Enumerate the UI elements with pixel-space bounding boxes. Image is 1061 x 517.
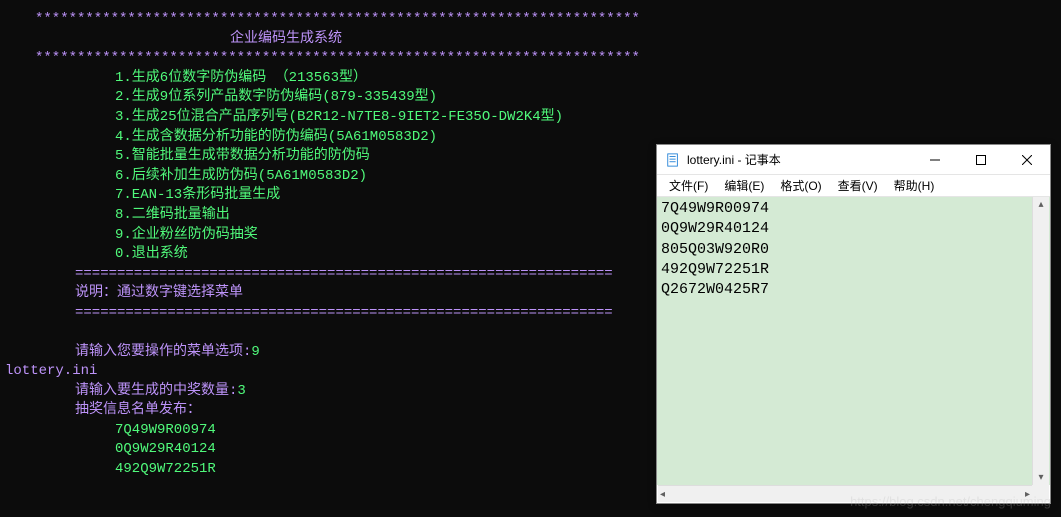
maximize-button[interactable] <box>958 145 1004 175</box>
scroll-up-icon[interactable]: ▴ <box>1036 197 1045 212</box>
scroll-left-icon[interactable]: ◂ <box>658 487 667 502</box>
menu-file[interactable]: 文件(F) <box>661 175 716 196</box>
user-input-count: 3 <box>237 383 245 399</box>
notepad-text-area[interactable]: 7Q49W9R00974 0Q9W29R40124 805Q03W920R0 4… <box>657 197 1050 485</box>
text-line: Q2672W0425R7 <box>661 280 1046 300</box>
close-button[interactable] <box>1004 145 1050 175</box>
scroll-down-icon[interactable]: ▾ <box>1036 470 1045 485</box>
menu-item-3: 3.生成25位混合产品序列号(B2R12-N7TE8-9IET2-FE35O-D… <box>35 108 1041 128</box>
text-line: 805Q03W920R0 <box>661 240 1046 260</box>
watermark-text: https://blog.csdn.net/chengqiuming <box>850 494 1051 509</box>
menu-item-1: 1.生成6位数字防伪编码 （213563型） <box>35 69 1041 89</box>
menu-item-2: 2.生成9位系列产品数字防伪编码(879-335439型) <box>35 88 1041 108</box>
stars-line: ****************************************… <box>35 10 1041 30</box>
stars-line: ****************************************… <box>35 49 1041 69</box>
text-line: 7Q49W9R00974 <box>661 199 1046 219</box>
window-controls <box>912 145 1050 175</box>
notepad-window[interactable]: lottery.ini - 记事本 文件(F) 编辑(E) 格式(O) 查看(V… <box>656 144 1051 504</box>
menu-format[interactable]: 格式(O) <box>772 175 829 196</box>
minimize-button[interactable] <box>912 145 958 175</box>
text-line: 0Q9W29R40124 <box>661 219 1046 239</box>
notepad-icon <box>665 152 681 168</box>
notepad-titlebar[interactable]: lottery.ini - 记事本 <box>657 145 1050 175</box>
system-title: 企业编码生成系统 <box>35 30 1041 50</box>
user-input-menu: 9 <box>251 344 259 360</box>
vertical-scrollbar[interactable]: ▴ ▾ <box>1032 197 1049 485</box>
text-line: 492Q9W72251R <box>661 260 1046 280</box>
menu-help[interactable]: 帮助(H) <box>886 175 943 196</box>
notepad-title: lottery.ini - 记事本 <box>687 151 912 168</box>
notepad-menubar: 文件(F) 编辑(E) 格式(O) 查看(V) 帮助(H) <box>657 175 1050 197</box>
menu-view[interactable]: 查看(V) <box>830 175 886 196</box>
menu-edit[interactable]: 编辑(E) <box>716 175 772 196</box>
